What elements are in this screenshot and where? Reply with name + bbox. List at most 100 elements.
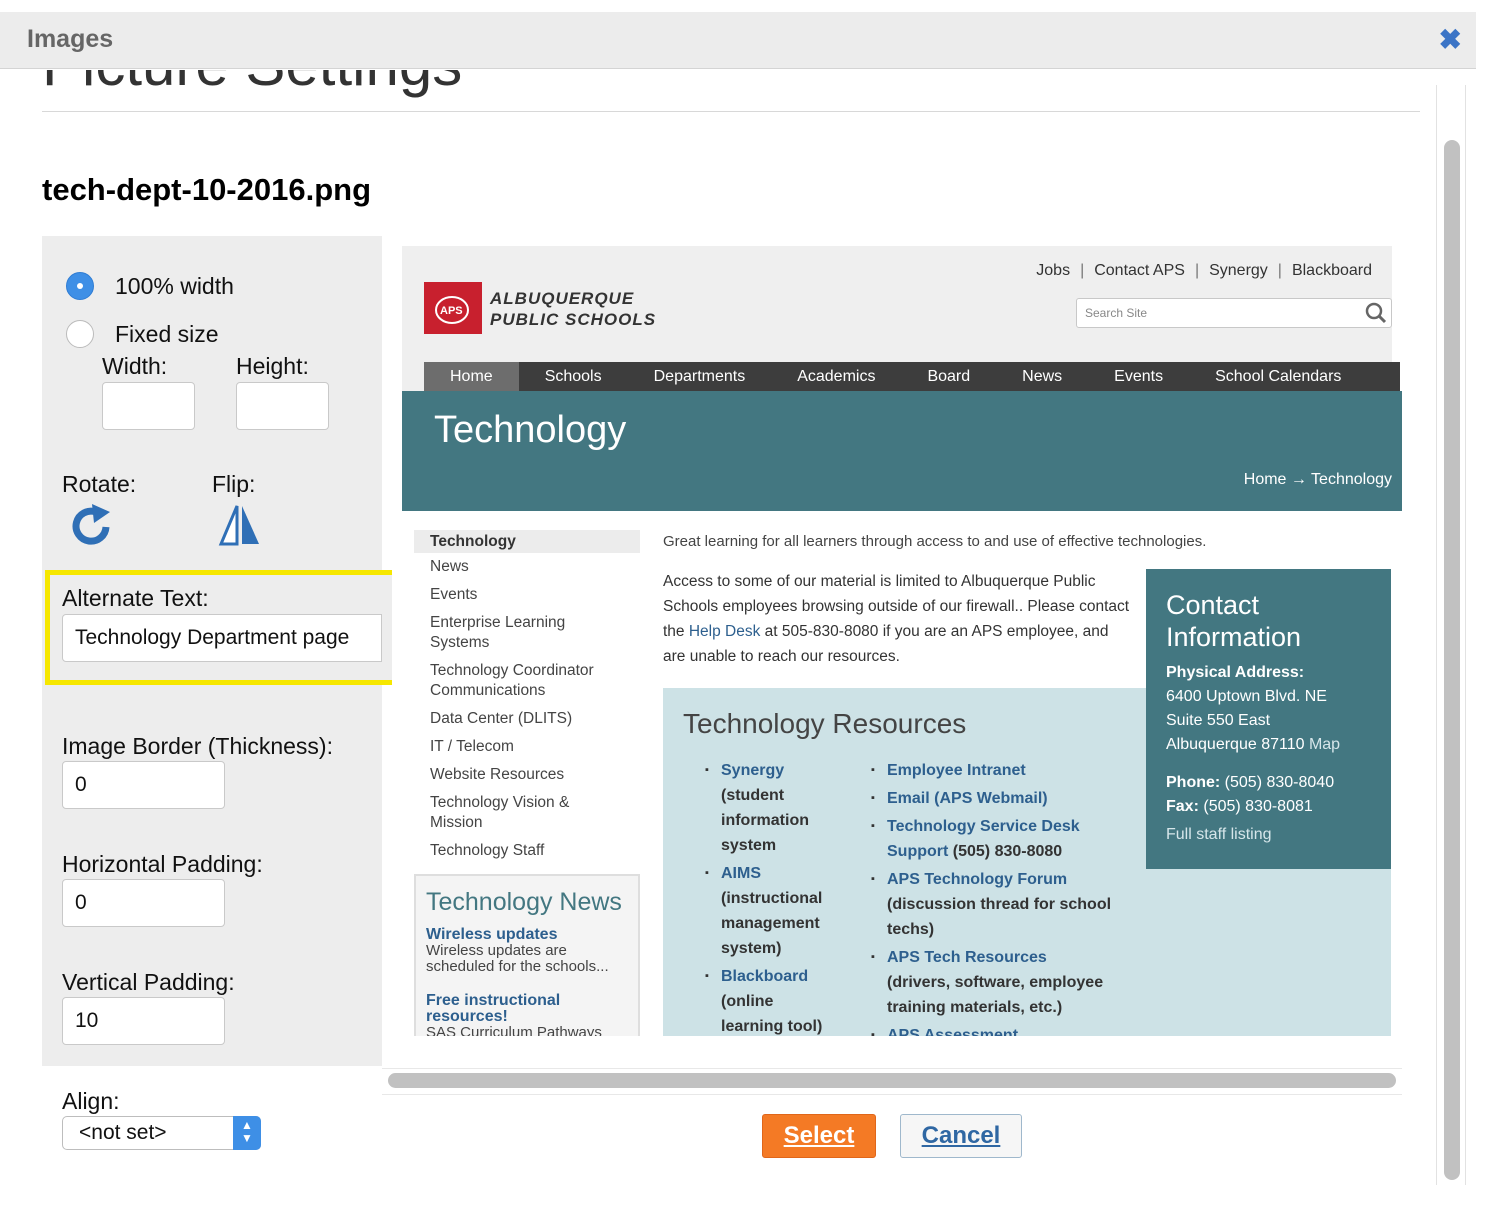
- resource-link: Email (APS Webmail): [887, 790, 1048, 807]
- resource-desc: (instructional management system): [721, 890, 823, 957]
- dialog-title: Images: [27, 25, 114, 53]
- contact-fax: (505) 830-8081: [1203, 798, 1313, 815]
- resource-link: APS Tech Resources: [887, 949, 1047, 966]
- preview-side-heading: Technology: [414, 530, 640, 553]
- preview-search-box: Search Site: [1076, 298, 1392, 328]
- preview-nav-item: Departments: [653, 368, 746, 385]
- preview-site-header: Jobs | Contact APS | Synergy | Blackboard S…: [402, 246, 1400, 391]
- border-input[interactable]: [62, 761, 225, 809]
- list-item: APS Technology Forum (discussion thread f…: [871, 867, 1121, 942]
- list-item: Employee Intranet: [871, 758, 1121, 783]
- flip-label: Flip:: [212, 471, 256, 497]
- alt-text-input[interactable]: [62, 614, 382, 662]
- full-width-label: 100% width: [115, 273, 234, 299]
- preview-banner-title: Technology: [434, 409, 627, 451]
- chevron-updown-icon: ▲ ▼: [233, 1116, 261, 1150]
- align-label: Align:: [62, 1088, 120, 1114]
- resource-link: APS Assessment: [887, 1027, 1019, 1036]
- preview-side-item: Technology Vision & Mission: [430, 794, 570, 831]
- horizontal-scrollbar-thumb[interactable]: [388, 1073, 1396, 1088]
- image-filename: tech-dept-10-2016.png: [42, 172, 372, 207]
- logo-line-1: ALBUQUERQUE: [490, 289, 635, 308]
- resource-link: AIMS: [721, 865, 761, 882]
- alt-text-label: Alternate Text:: [62, 585, 209, 611]
- contact-map-link: Map: [1308, 736, 1341, 753]
- preview-resources-left: Synergy (student information system AIMS (…: [705, 758, 835, 1036]
- resource-desc: (505) 830-8080: [952, 843, 1063, 860]
- preview-contact-title: Contact Information: [1166, 590, 1302, 652]
- aps-logo: APS: [424, 282, 482, 334]
- preview-news-link: Wireless updates: [426, 926, 558, 943]
- close-icon[interactable]: ✖: [1439, 26, 1462, 54]
- list-item: Email (APS Webmail): [871, 786, 1121, 811]
- fixed-size-radio[interactable]: [66, 320, 94, 348]
- preview-main-nav: Home Schools Departments Academics Board…: [424, 362, 1400, 391]
- flip-icon[interactable]: [218, 503, 262, 547]
- align-select[interactable]: <not set> ▲ ▼: [62, 1116, 261, 1150]
- contact-staff-link: Full staff listing: [1166, 826, 1272, 843]
- vertical-scrollbar-thumb[interactable]: [1444, 140, 1460, 1180]
- preview-news-desc: Wireless updates are scheduled for the s…: [426, 942, 609, 975]
- logo-mark-text: APS: [440, 305, 463, 317]
- preview-help-desk-link: Help Desk: [688, 623, 761, 640]
- preview-nav-item: News: [1022, 368, 1063, 385]
- preview-side-item: IT / Telecom: [430, 738, 514, 755]
- preview-side-item: News: [430, 558, 469, 575]
- contact-address-label: Physical Address:: [1166, 664, 1305, 681]
- resource-desc: (student information system: [721, 787, 809, 854]
- preview-top-link: Jobs: [1036, 262, 1071, 279]
- preview-top-link: Synergy: [1209, 262, 1268, 279]
- list-item: Blackboard (online learning tool): [705, 964, 835, 1036]
- fixed-size-label: Fixed size: [115, 321, 219, 347]
- list-item: Synergy (student information system: [705, 758, 835, 858]
- horizontal-padding-label: Horizontal Padding:: [62, 851, 263, 877]
- preview-news-desc: SAS Curriculum Pathways: [426, 1024, 602, 1037]
- preview-intro: Great learning for all learners through …: [663, 533, 1207, 550]
- rotate-icon[interactable]: [66, 503, 120, 547]
- preview-breadcrumb: Home → Technology: [1243, 471, 1392, 488]
- contact-phone: (505) 830-8040: [1224, 774, 1335, 791]
- dialog-header: Images ✖: [0, 12, 1476, 69]
- resource-link: Blackboard: [721, 968, 809, 985]
- preview-resources-right: Employee Intranet Email (APS Webmail) Te…: [871, 758, 1121, 1036]
- width-input[interactable]: [102, 382, 195, 430]
- preview-nav-item: Events: [1114, 368, 1164, 385]
- search-icon: [1365, 302, 1387, 324]
- cancel-button[interactable]: Cancel: [900, 1114, 1022, 1158]
- preview-news-link: Free instructional resources!: [426, 992, 561, 1025]
- preview-side-item: Enterprise Learning Systems: [430, 614, 566, 651]
- preview-top-link: Contact APS: [1094, 262, 1185, 279]
- preview-access-note: Access to some of our material is limite…: [663, 569, 1133, 669]
- select-button[interactable]: Select: [762, 1114, 876, 1158]
- preview-nav-item: School Calendars: [1215, 368, 1342, 385]
- horizontal-padding-input[interactable]: [62, 879, 225, 927]
- preview-nav-item: Academics: [797, 368, 876, 385]
- preview-top-links: Jobs | Contact APS | Synergy | Blackboard: [1026, 262, 1382, 280]
- contact-address-line: Suite 550 East: [1166, 712, 1271, 729]
- border-label: Image Border (Thickness):: [62, 733, 333, 759]
- vertical-padding-label: Vertical Padding:: [62, 969, 235, 995]
- preview-side-item: Technology Staff: [430, 842, 545, 859]
- vertical-padding-input[interactable]: [62, 997, 225, 1045]
- preview-search-placeholder: Search Site: [1085, 306, 1148, 320]
- height-input[interactable]: [236, 382, 329, 430]
- full-width-radio[interactable]: [66, 272, 94, 300]
- preview-side-nav: Technology News Events Enterprise Learni…: [414, 530, 640, 865]
- align-select-value: <not set>: [79, 1121, 167, 1144]
- aps-logo-text: ALBUQUERQUE PUBLIC SCHOOLS: [490, 288, 656, 330]
- section-heading: Picture Settings: [42, 70, 1420, 112]
- preview-banner: Technology Home → Technology: [402, 391, 1402, 511]
- preview-news-box: Technology News Wireless updates Wireles…: [414, 874, 640, 1036]
- list-item: APS Assessment: [871, 1023, 1121, 1036]
- section-heading-text: Picture Settings: [42, 70, 462, 99]
- preview-nav-item: Schools: [544, 368, 602, 385]
- resource-desc: (discussion thread for school techs): [887, 896, 1112, 938]
- resource-link: Synergy: [721, 762, 785, 779]
- logo-line-2: PUBLIC SCHOOLS: [490, 310, 657, 329]
- width-label: Width:: [102, 353, 168, 379]
- resource-desc: (online learning tool): [721, 993, 823, 1035]
- preview-nav-item: Home: [424, 362, 519, 391]
- preview-resources-title: Technology Resources: [683, 708, 967, 739]
- contact-phone-label: Phone:: [1166, 774, 1221, 791]
- list-item: Technology Service Desk Support (505) 83…: [871, 814, 1121, 864]
